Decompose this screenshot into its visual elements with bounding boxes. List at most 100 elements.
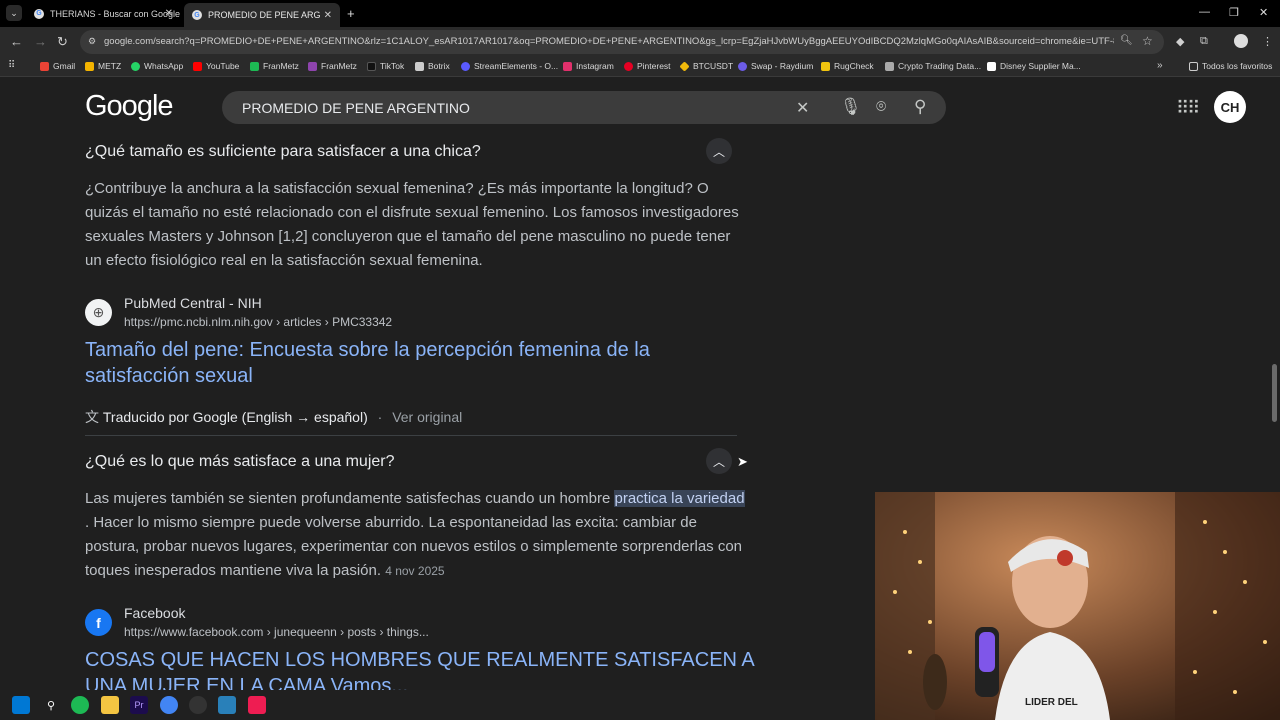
disney-icon: [987, 61, 996, 71]
windows-start-icon[interactable]: [12, 696, 30, 714]
bookmark-label: Swap - Raydium: [751, 61, 814, 71]
bookmark-label: Pinterest: [637, 61, 671, 71]
account-avatar[interactable]: CH: [1214, 91, 1246, 123]
forward-icon[interactable]: →: [34, 34, 47, 49]
back-icon[interactable]: ←: [10, 34, 23, 49]
bookmark-disney[interactable]: Disney Supplier Ma...: [987, 61, 1081, 71]
bookmark-streamelements[interactable]: StreamElements - O...: [461, 61, 558, 71]
extensions-puzzle-icon[interactable]: ⧉: [1200, 35, 1208, 48]
spotify-icon[interactable]: [71, 696, 89, 714]
faq-question-1[interactable]: ¿Qué tamaño es suficiente para satisface…: [85, 143, 481, 161]
bookmark-label: FranMetz: [321, 61, 357, 71]
reload-icon[interactable]: ↻: [57, 34, 68, 50]
close-tab-icon[interactable]: ✕: [165, 8, 173, 19]
tab-promedio[interactable]: G PROMEDIO DE PENE ARGENTINO ✕: [184, 3, 340, 27]
search-icon[interactable]: ⚲: [42, 696, 60, 714]
bookmark-label: METZ: [98, 61, 122, 71]
close-window-icon[interactable]: ✕: [1259, 6, 1268, 19]
obs-icon[interactable]: [189, 696, 207, 714]
view-original-link[interactable]: Ver original: [392, 409, 462, 425]
tab-therians[interactable]: G THERIANS - Buscar con Google ✕: [26, 3, 181, 24]
google-logo[interactable]: Google: [85, 90, 174, 123]
franmetz-icon: [308, 61, 317, 71]
bookmark-label: BTCUSDT: [693, 61, 734, 71]
bookmark-whatsapp[interactable]: WhatsApp: [131, 61, 183, 71]
bookmark-franmetz-1[interactable]: FranMetz: [250, 61, 299, 71]
site-info-icon[interactable]: ⚙: [88, 36, 96, 47]
bookmark-label: Crypto Trading Data...: [898, 61, 982, 71]
google-favicon-icon: G: [192, 10, 202, 20]
binance-icon: [679, 60, 690, 72]
google-apps-icon[interactable]: ⠿⠿: [1176, 98, 1200, 119]
result-link[interactable]: COSAS QUE HACEN LOS HOMBRES QUE REALMENT…: [85, 647, 755, 690]
bookmark-label: Gmail: [53, 61, 76, 71]
tiktok-icon: [367, 61, 376, 71]
search-box[interactable]: PROMEDIO DE PENE ARGENTINO ✕ 🎙︎ ⌾ ⚲: [222, 91, 946, 124]
url-text[interactable]: google.com/search?q=PROMEDIO+DE+PENE+ARG…: [104, 36, 1114, 47]
bookmark-franmetz-2[interactable]: FranMetz: [308, 61, 357, 71]
microphone-icon[interactable]: 🎙︎: [840, 97, 862, 117]
result-link[interactable]: Tamaño del pene: Encuesta sobre la perce…: [85, 337, 755, 389]
bookmark-pinterest[interactable]: Pinterest: [624, 61, 671, 71]
source-url[interactable]: https://www.facebook.com › junequeenn › …: [124, 625, 429, 639]
bookmark-tiktok[interactable]: TikTok: [367, 61, 404, 71]
collapse-chevron-icon[interactable]: ︿: [706, 138, 732, 164]
file-explorer-icon[interactable]: [101, 696, 119, 714]
webcam-overlay: LIDER DEL: [875, 492, 1280, 720]
search-input[interactable]: PROMEDIO DE PENE ARGENTINO: [242, 100, 470, 116]
translation-note: 文 Traducido por Google (English → españo…: [85, 407, 462, 427]
restore-icon[interactable]: ❐: [1229, 6, 1239, 19]
source-name[interactable]: PubMed Central - NIH: [124, 295, 262, 311]
whatsapp-icon: [131, 61, 140, 71]
divider: [85, 435, 737, 436]
more-bookmarks-icon[interactable]: »: [1157, 60, 1163, 71]
faq-question-2[interactable]: ¿Qué es lo que más satisface a una mujer…: [85, 453, 395, 471]
rugcheck-icon: [821, 61, 830, 71]
new-tab-button[interactable]: +: [347, 6, 355, 21]
tiktok-icon[interactable]: [248, 696, 266, 714]
apps-grid-icon[interactable]: ⠿: [8, 60, 15, 71]
extension-icon[interactable]: ◆: [1176, 35, 1184, 48]
mouse-cursor: ➤: [737, 454, 748, 469]
collapse-chevron-icon[interactable]: ︿: [706, 448, 732, 474]
close-tab-icon[interactable]: ✕: [324, 10, 332, 21]
bookmark-instagram[interactable]: Instagram: [563, 61, 614, 71]
profile-icon[interactable]: [1234, 34, 1248, 48]
bookmark-label: Instagram: [576, 61, 614, 71]
address-bar[interactable]: ⚙ google.com/search?q=PROMEDIO+DE+PENE+A…: [80, 30, 1164, 54]
shirt-text: LIDER DEL: [1025, 697, 1078, 708]
botrix-icon: [415, 61, 424, 71]
clear-search-icon[interactable]: ✕: [796, 98, 809, 118]
bookmark-crypto-trading[interactable]: Crypto Trading Data...: [885, 61, 981, 71]
bookmark-star-icon[interactable]: ☆: [1142, 34, 1153, 48]
premiere-icon[interactable]: Pr: [130, 696, 148, 714]
bookmark-botrix[interactable]: Botrix: [415, 61, 450, 71]
bookmarks-folder[interactable]: Todos los favoritos: [1189, 61, 1272, 71]
scrollbar-thumb[interactable]: [1272, 364, 1277, 422]
source-name[interactable]: Facebook: [124, 605, 185, 621]
bookmark-metz[interactable]: METZ: [85, 61, 121, 71]
highlighted-text: practica la variedad: [614, 490, 745, 507]
app-icon[interactable]: [218, 696, 236, 714]
tab-search-button[interactable]: ⌄: [6, 5, 22, 21]
faq-answer-1: ¿Contribuye la anchura a la satisfacción…: [85, 180, 739, 269]
bookmarks-bar: ⠿ Gmail METZ WhatsApp YouTube FranMetz F…: [0, 57, 1280, 77]
source-url[interactable]: https://pmc.ncbi.nlm.nih.gov › articles …: [124, 315, 392, 329]
bookmark-raydium[interactable]: Swap - Raydium: [738, 61, 813, 71]
bookmark-gmail[interactable]: Gmail: [40, 61, 75, 71]
bookmark-label: FranMetz: [263, 61, 299, 71]
chrome-icon[interactable]: [160, 696, 178, 714]
tab-title: PROMEDIO DE PENE ARGENTINO: [208, 10, 320, 20]
bookmark-rugcheck[interactable]: RugCheck: [821, 61, 874, 71]
lens-camera-icon[interactable]: ⌾: [876, 97, 886, 117]
menu-icon[interactable]: ⋮: [1262, 35, 1273, 48]
bookmark-btcusdt[interactable]: BTCUSDT: [679, 60, 734, 72]
bookmark-label: WhatsApp: [144, 61, 184, 71]
minimize-icon[interactable]: —: [1199, 6, 1210, 18]
bookmark-label: Botrix: [428, 61, 450, 71]
globe-icon: ⊕: [85, 299, 112, 326]
bookmark-youtube[interactable]: YouTube: [193, 61, 239, 71]
search-icon[interactable]: ⚲: [914, 97, 926, 117]
facebook-icon: f: [85, 609, 112, 636]
zoom-icon[interactable]: 🔍︎: [1120, 35, 1133, 46]
